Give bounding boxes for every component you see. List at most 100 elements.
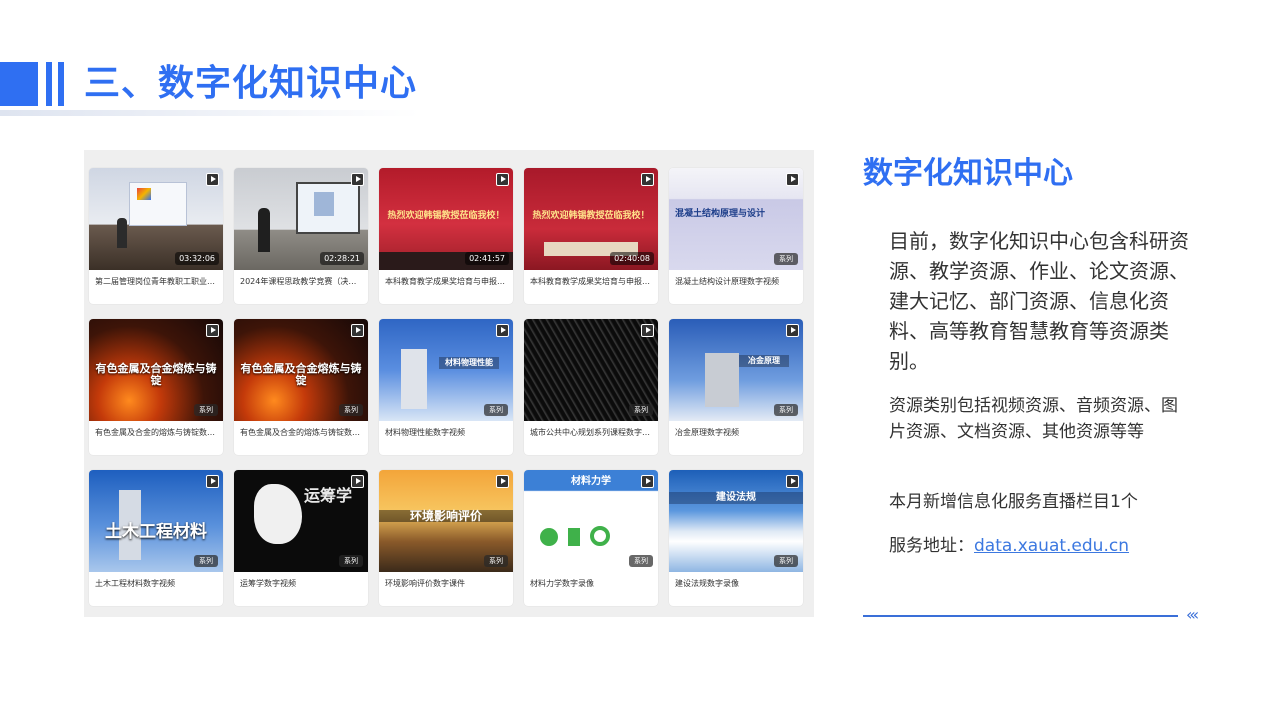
video-play-icon — [206, 475, 219, 488]
video-title[interactable]: 材料物理性能数字视频 — [385, 427, 507, 439]
section-title: 数字化知识中心 — [863, 156, 1073, 191]
video-play-icon — [206, 173, 219, 186]
series-badge: 系列 — [629, 404, 653, 416]
video-title[interactable]: 运筹学数字视频 — [240, 578, 362, 590]
video-card[interactable]: 建设法规 系列 建设法规数字录像 — [669, 470, 803, 606]
series-badge: 系列 — [774, 253, 798, 265]
thumbnail-banner-text: 热烈欢迎韩锡教授莅临我校！ — [532, 211, 650, 221]
video-thumbnail[interactable]: 材料力学 系列 — [524, 470, 658, 572]
video-duration: 02:28:21 — [320, 252, 364, 265]
video-card[interactable]: 03:32:06 第二届管理岗位青年教职工职业能... — [89, 168, 223, 304]
thumbnail-banner-text: 有色金属及合金熔炼与铸锭 — [95, 362, 217, 387]
video-play-icon — [206, 324, 219, 337]
video-thumbnail[interactable]: 热烈欢迎韩锡教授莅临我校！ 02:40:08 — [524, 168, 658, 270]
header-accent-block — [0, 62, 38, 106]
video-title[interactable]: 有色金属及合金的熔炼与铸锭数字... — [95, 427, 217, 439]
video-card[interactable]: 系列 城市公共中心规划系列课程数字视频 — [524, 319, 658, 455]
video-duration: 02:40:08 — [610, 252, 654, 265]
video-play-icon — [351, 475, 364, 488]
video-title[interactable]: 有色金属及合金的熔炼与铸锭数字... — [240, 427, 362, 439]
video-title[interactable]: 环境影响评价数字课件 — [385, 578, 507, 590]
video-title[interactable]: 土木工程材料数字视频 — [95, 578, 217, 590]
thumbnail-banner-text: 材料力学 — [571, 476, 611, 487]
video-card[interactable]: 有色金属及合金熔炼与铸锭 系列 有色金属及合金的熔炼与铸锭数字... — [234, 319, 368, 455]
video-title[interactable]: 2024年课程思政教学竞赛（决赛）... — [240, 276, 362, 288]
thumbnail-banner-text: 混凝土结构原理与设计 — [675, 209, 766, 219]
video-play-icon — [641, 173, 654, 186]
video-title[interactable]: 第二届管理岗位青年教职工职业能... — [95, 276, 217, 288]
chevron-left-icon: ‹‹‹ — [1186, 605, 1199, 624]
page-title: 三、数字化知识中心 — [84, 63, 418, 104]
video-thumbnail[interactable]: 环境影响评价 系列 — [379, 470, 513, 572]
video-thumbnail[interactable]: 材料物理性能 系列 — [379, 319, 513, 421]
video-thumbnail[interactable]: 有色金属及合金熔炼与铸锭 系列 — [234, 319, 368, 421]
series-badge: 系列 — [339, 555, 363, 567]
thumbnail-banner-text: 建设法规 — [669, 492, 803, 504]
video-card[interactable]: 材料物理性能 系列 材料物理性能数字视频 — [379, 319, 513, 455]
series-badge: 系列 — [194, 404, 218, 416]
series-badge: 系列 — [339, 404, 363, 416]
video-play-icon — [786, 173, 799, 186]
video-title[interactable]: 城市公共中心规划系列课程数字视频 — [530, 427, 652, 439]
video-thumbnail[interactable]: 运筹学 系列 — [234, 470, 368, 572]
video-play-icon — [786, 475, 799, 488]
header-accent-stripe — [58, 62, 64, 106]
thumbnail-banner-text: 运筹学 — [304, 486, 353, 505]
video-play-icon — [496, 324, 509, 337]
intro-paragraph: 目前，数字化知识中心包含科研资源、教学资源、作业、论文资源、建大记忆、部门资源、… — [889, 229, 1189, 373]
service-address-link[interactable]: data.xauat.edu.cn — [974, 536, 1129, 556]
video-play-icon — [641, 475, 654, 488]
video-grid-screenshot: 03:32:06 第二届管理岗位青年教职工职业能... 02:28:21 202… — [84, 150, 814, 617]
video-thumbnail[interactable]: 有色金属及合金熔炼与铸锭 系列 — [89, 319, 223, 421]
video-card[interactable]: 运筹学 系列 运筹学数字视频 — [234, 470, 368, 606]
video-play-icon — [496, 173, 509, 186]
video-card[interactable]: 02:28:21 2024年课程思政教学竞赛（决赛）... — [234, 168, 368, 304]
series-badge: 系列 — [484, 555, 508, 567]
thumbnail-banner-text: 环境影响评价 — [379, 510, 513, 522]
thumbnail-banner-text: 有色金属及合金熔炼与铸锭 — [240, 362, 362, 387]
series-badge: 系列 — [484, 404, 508, 416]
series-badge: 系列 — [774, 404, 798, 416]
video-play-icon — [641, 324, 654, 337]
video-thumbnail[interactable]: 热烈欢迎韩锡教授莅临我校！ 02:41:57 — [379, 168, 513, 270]
thumbnail-banner-text: 热烈欢迎韩锡教授莅临我校！ — [387, 211, 505, 221]
series-badge: 系列 — [629, 555, 653, 567]
video-thumbnail[interactable]: 02:28:21 — [234, 168, 368, 270]
video-title[interactable]: 混凝土结构设计原理数字视频 — [675, 276, 797, 288]
video-thumbnail[interactable]: 03:32:06 — [89, 168, 223, 270]
video-title[interactable]: 建设法规数字录像 — [675, 578, 797, 590]
monthly-update-paragraph: 本月新增信息化服务直播栏目1个 — [889, 492, 1138, 512]
video-card[interactable]: 有色金属及合金熔炼与铸锭 系列 有色金属及合金的熔炼与铸锭数字... — [89, 319, 223, 455]
thumbnail-banner-text: 土木工程材料 — [105, 522, 207, 542]
thumbnail-banner-text: 冶金原理 — [739, 355, 789, 367]
video-card[interactable]: 热烈欢迎韩锡教授莅临我校！ 02:40:08 本科教育教学成果奖培育与申报培..… — [524, 168, 658, 304]
resource-types-paragraph: 资源类别包括视频资源、音频资源、图片资源、文档资源、其他资源等等 — [889, 396, 1178, 442]
video-thumbnail[interactable]: 冶金原理 系列 — [669, 319, 803, 421]
video-title[interactable]: 冶金原理数字视频 — [675, 427, 797, 439]
video-play-icon — [496, 475, 509, 488]
title-underline — [0, 110, 420, 116]
video-thumbnail[interactable]: 土木工程材料 系列 — [89, 470, 223, 572]
series-badge: 系列 — [774, 555, 798, 567]
video-card[interactable]: 土木工程材料 系列 土木工程材料数字视频 — [89, 470, 223, 606]
video-card[interactable]: 材料力学 系列 材料力学数字录像 — [524, 470, 658, 606]
video-card[interactable]: 混凝土结构原理与设计 系列 混凝土结构设计原理数字视频 — [669, 168, 803, 304]
video-card[interactable]: 环境影响评价 系列 环境影响评价数字课件 — [379, 470, 513, 606]
decorative-divider — [863, 615, 1178, 617]
video-thumbnail[interactable]: 系列 — [524, 319, 658, 421]
video-play-icon — [351, 173, 364, 186]
video-duration: 03:32:06 — [175, 252, 219, 265]
video-title[interactable]: 材料力学数字录像 — [530, 578, 652, 590]
video-card[interactable]: 冶金原理 系列 冶金原理数字视频 — [669, 319, 803, 455]
video-thumbnail[interactable]: 混凝土结构原理与设计 系列 — [669, 168, 803, 270]
video-thumbnail[interactable]: 建设法规 系列 — [669, 470, 803, 572]
video-card[interactable]: 热烈欢迎韩锡教授莅临我校！ 02:41:57 本科教育教学成果奖培育与申报培..… — [379, 168, 513, 304]
video-title[interactable]: 本科教育教学成果奖培育与申报培... — [385, 276, 507, 288]
series-badge: 系列 — [194, 555, 218, 567]
video-title[interactable]: 本科教育教学成果奖培育与申报培... — [530, 276, 652, 288]
video-play-icon — [351, 324, 364, 337]
thumbnail-banner-text: 材料物理性能 — [439, 357, 499, 369]
header-accent-stripe — [46, 62, 52, 106]
service-address: 服务地址：data.xauat.edu.cn — [889, 533, 1209, 559]
service-address-label: 服务地址： — [889, 536, 974, 556]
